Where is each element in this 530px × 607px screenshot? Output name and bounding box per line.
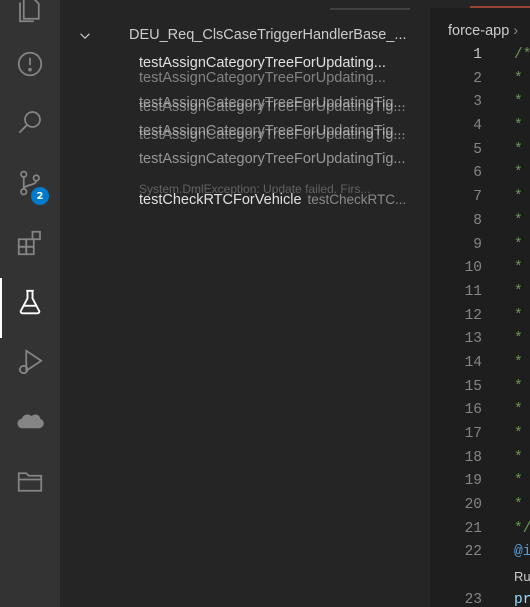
line-number: 2 — [473, 70, 482, 87]
line-number: 12 — [464, 307, 482, 324]
line-number: 13 — [464, 331, 482, 348]
test-item[interactable]: testAssignCategoryTreeForUpdatingTig... — [60, 119, 430, 143]
line-number: 23 — [464, 591, 482, 607]
code-line: * — [514, 189, 523, 206]
line-number — [430, 565, 482, 589]
line-number: 3 — [473, 94, 482, 111]
code-line: * — [514, 212, 523, 229]
code-line: /* — [514, 47, 530, 63]
chevron-down-icon[interactable] — [78, 23, 94, 47]
line-number: 5 — [473, 141, 482, 158]
line-number: 7 — [473, 189, 482, 206]
source-control-icon[interactable]: 2 — [0, 159, 60, 207]
code-line: pr — [514, 591, 530, 607]
line-number: 4 — [473, 118, 482, 135]
line-number: 8 — [473, 212, 482, 229]
code-line: * — [514, 473, 523, 490]
salesforce-icon[interactable] — [0, 398, 60, 446]
code-line: * — [514, 260, 523, 277]
line-number: 6 — [473, 165, 482, 182]
extensions-icon[interactable] — [0, 219, 60, 267]
code-line: * — [514, 354, 523, 371]
test-description: testCheckRTC... — [307, 192, 407, 207]
code-line: * — [514, 331, 523, 348]
scroll-shadow — [330, 0, 410, 10]
code-line: * — [514, 236, 523, 253]
code-line: Ru — [514, 569, 530, 585]
run-debug-icon[interactable] — [0, 338, 60, 386]
activity-bar: 2 — [0, 0, 60, 607]
code-line: */ — [514, 520, 530, 537]
line-number: 16 — [464, 402, 482, 419]
test-item-label: testAssignCategoryTreeForUpdatingTig... — [139, 151, 406, 167]
org-browser-icon[interactable] — [0, 458, 60, 506]
code-content[interactable]: /* * * * * * * * * * * * * * * * * * * * */ @i Ru pr — [514, 44, 530, 607]
testing-icon[interactable] — [0, 278, 60, 338]
test-item-label: testAssignCategoryTreeForUpdatingTig... — [139, 95, 406, 111]
code-line: * — [514, 378, 523, 395]
editor-area: force-app › 1 2 3 4 5 6 7 8 9 10 11 12 13 14 15 16 17 18 19… — [430, 0, 530, 607]
line-number: 14 — [464, 354, 482, 371]
code-line: * — [514, 141, 523, 158]
breadcrumb-separator: › — [513, 23, 519, 39]
test-item-label: testAssignCategoryTreeForUpdating... — [139, 55, 386, 71]
test-item[interactable]: testAssignCategoryTreeForUpdatingTig... — [60, 91, 430, 115]
line-number: 19 — [464, 473, 482, 490]
code-line: * — [514, 94, 523, 111]
search-icon[interactable] — [0, 98, 60, 146]
test-item-label: testCheckRTCForVehicle testCheckRTC... — [139, 188, 409, 212]
code-line: * — [514, 307, 523, 324]
code-line: * — [514, 165, 523, 182]
line-number: 22 — [464, 544, 482, 561]
code-line: * — [514, 426, 523, 442]
line-numbers-gutter: 1 2 3 4 5 6 7 8 9 10 11 12 13 14 15 16 17 18 19 20 21 22 23 — [430, 44, 482, 607]
problems-icon[interactable] — [0, 40, 60, 88]
line-number: 18 — [464, 449, 482, 466]
testing-sidebar: DEU_Req_ClsCaseTriggerHandlerBase_... te… — [60, 0, 430, 607]
test-suite-row[interactable]: DEU_Req_ClsCaseTriggerHandlerBase_... — [60, 23, 430, 47]
test-item-label: testAssignCategoryTreeForUpdatingTig... — [139, 123, 406, 139]
breadcrumb-item[interactable]: force-app — [448, 23, 509, 39]
code-line: @i — [514, 544, 530, 561]
test-item[interactable]: testCheckRTCForVehicle testCheckRTC... — [60, 188, 430, 212]
editor-tab[interactable] — [470, 0, 530, 8]
line-number: 17 — [464, 426, 482, 442]
test-name: testCheckRTCForVehicle — [139, 192, 302, 208]
line-number: 15 — [464, 378, 482, 395]
explorer-icon[interactable] — [0, 0, 60, 34]
line-number: 1 — [473, 47, 482, 63]
test-item[interactable]: testAssignCategoryTreeForUpdating... — [60, 51, 430, 75]
code-line: * — [514, 497, 523, 514]
line-number: 20 — [464, 497, 482, 514]
code-line: * — [514, 283, 523, 300]
line-number: 21 — [464, 520, 482, 537]
test-item[interactable]: testAssignCategoryTreeForUpdatingTig... — [60, 147, 430, 171]
line-number: 10 — [464, 260, 482, 277]
test-suite-label: DEU_Req_ClsCaseTriggerHandlerBase_... — [129, 27, 407, 43]
code-line: * — [514, 70, 523, 87]
line-number: 11 — [464, 283, 482, 300]
code-line: * — [514, 449, 523, 466]
code-line: * — [514, 402, 523, 419]
line-number: 9 — [473, 236, 482, 253]
code-line: * — [514, 118, 523, 135]
breadcrumb: force-app › — [430, 18, 530, 44]
source-control-badge: 2 — [31, 187, 49, 205]
